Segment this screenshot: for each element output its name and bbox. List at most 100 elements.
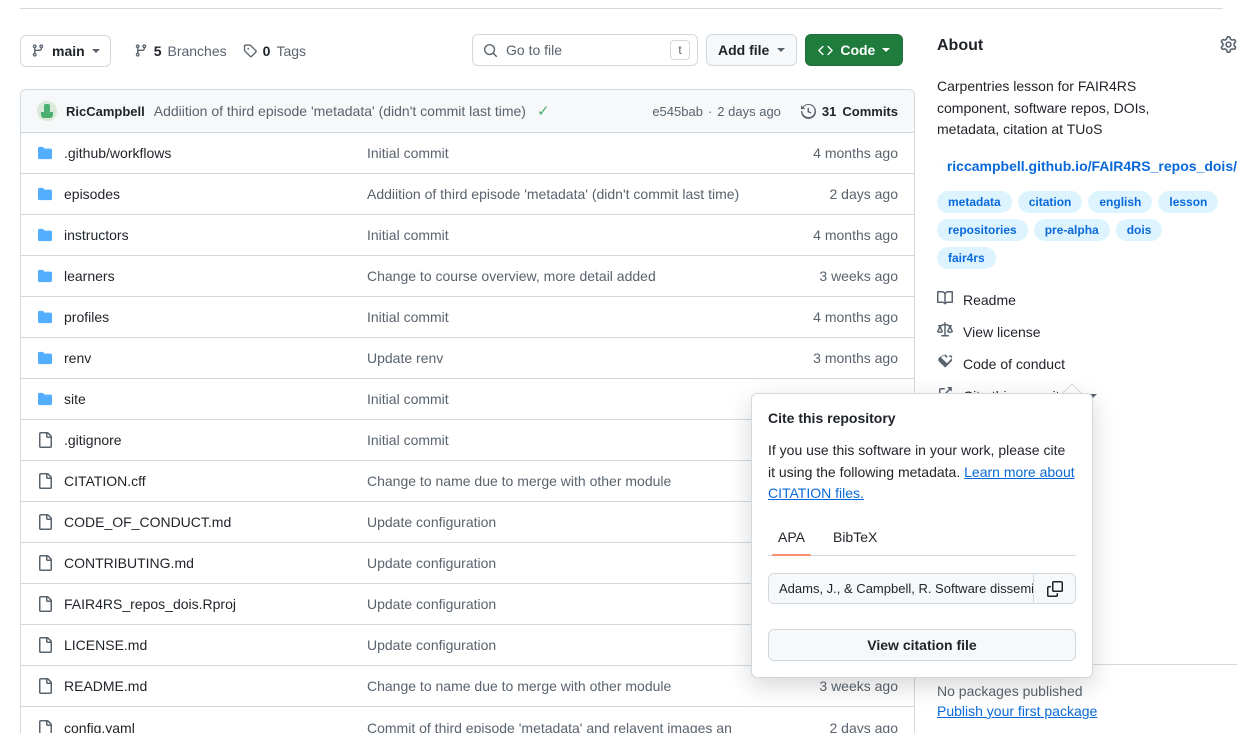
file-commit-message[interactable]: Initial commit [367, 227, 813, 243]
file-name[interactable]: FAIR4RS_repos_dois.Rproj [64, 596, 236, 612]
file-name[interactable]: CODE_OF_CONDUCT.md [64, 514, 231, 530]
topic-tag[interactable]: fair4rs [937, 247, 996, 270]
code-button[interactable]: Code [805, 34, 904, 66]
file-commit-message[interactable]: Update renv [367, 350, 813, 366]
file-name[interactable]: instructors [64, 227, 129, 243]
file-icon [39, 678, 52, 694]
repository-page: main 5 Branches 0 Tags Go to file t Add … [0, 0, 1243, 733]
file-commit-message[interactable]: Change to course overview, more detail a… [367, 268, 819, 284]
topic-tag[interactable]: citation [1017, 191, 1083, 214]
commit-author[interactable]: RicCampbell [66, 104, 145, 119]
file-name[interactable]: LICENSE.md [64, 637, 147, 653]
tags-link[interactable]: 0 Tags [243, 43, 306, 59]
commits-count-link[interactable]: 31 Commits [800, 103, 898, 119]
topic-tag[interactable]: dois [1115, 219, 1163, 242]
packages-section: No packages published Publish your first… [937, 683, 1237, 719]
law-icon [937, 322, 953, 341]
file-name[interactable]: site [64, 391, 86, 407]
file-commit-message[interactable]: Addiition of third episode 'metadata' (d… [367, 186, 830, 202]
add-file-button[interactable]: Add file [706, 34, 798, 66]
topic-tag[interactable]: english [1088, 191, 1153, 214]
go-to-file-placeholder: Go to file [506, 42, 563, 58]
copy-icon[interactable] [1033, 574, 1075, 604]
file-name-cell: renv [37, 350, 367, 366]
commits-label: Commits [842, 103, 898, 119]
file-name[interactable]: config.yaml [64, 720, 135, 733]
file-commit-age: 3 weeks ago [819, 678, 898, 694]
file-name[interactable]: learners [64, 268, 115, 284]
commits-count: 31 [821, 103, 837, 119]
file-name-cell: profiles [37, 309, 367, 325]
branch-selector-button[interactable]: main [20, 34, 111, 67]
file-commit-message[interactable]: Change to name due to merge with other m… [367, 678, 819, 694]
publish-package-link[interactable]: Publish your first package [937, 703, 1237, 719]
branches-label: Branches [167, 42, 227, 59]
view-citation-file-button[interactable]: View citation file [768, 629, 1076, 662]
citation-tab-bibtex[interactable]: BibTeX [823, 523, 887, 555]
file-name[interactable]: profiles [64, 309, 109, 325]
search-shortcut-key: t [670, 40, 690, 60]
file-name[interactable]: episodes [64, 186, 120, 202]
file-name[interactable]: .github/workflows [64, 145, 171, 161]
file-name-cell: episodes [37, 186, 367, 202]
file-name-cell: README.md [37, 678, 367, 694]
file-name[interactable]: CITATION.cff [64, 473, 146, 489]
table-row[interactable]: learners Change to course overview, more … [21, 256, 914, 297]
table-row[interactable]: .github/workflows Initial commit 4 months … [21, 133, 914, 174]
avatar [37, 101, 57, 121]
about-links: ReadmeView licenseCode of conductCite th… [937, 290, 1237, 405]
topic-tag[interactable]: repositories [937, 219, 1028, 242]
file-name-cell: learners [37, 268, 367, 284]
folder-icon [38, 310, 52, 324]
commit-sha[interactable]: e545bab [652, 104, 703, 119]
file-icon [39, 473, 52, 489]
file-name-cell: instructors [37, 227, 367, 243]
file-commit-age: 3 months ago [813, 350, 898, 366]
commit-separator: · [707, 103, 713, 119]
file-commit-age: 4 months ago [813, 227, 898, 243]
file-commit-message[interactable]: Commit of third episode 'metadata' and r… [367, 720, 830, 733]
citation-popup-body: If you use this software in your work, p… [768, 440, 1076, 505]
citation-tab-apa[interactable]: APA [768, 523, 815, 557]
homepage-link[interactable]: riccampbell.github.io/FAIR4RS_repos_dois… [947, 158, 1237, 174]
chevron-down-icon [777, 48, 786, 52]
table-row[interactable]: renv Update renv 3 months ago [21, 338, 914, 379]
file-icon [39, 719, 52, 733]
add-file-label: Add file [718, 42, 770, 58]
go-to-file-search[interactable]: Go to file t [472, 34, 698, 66]
about-link-readme[interactable]: Readme [937, 290, 1237, 309]
file-name-cell: .github/workflows [37, 145, 367, 161]
file-name-cell: site [37, 391, 367, 407]
folder-icon [38, 187, 52, 201]
code-icon [818, 45, 834, 55]
about-link-label: Readme [963, 291, 1016, 308]
branches-link[interactable]: 5 Branches [134, 43, 227, 59]
about-link-view-license[interactable]: View license [937, 322, 1237, 341]
check-icon[interactable]: ✓ [537, 102, 550, 120]
table-row[interactable]: instructors Initial commit 4 months ago [21, 215, 914, 256]
file-name[interactable]: renv [64, 350, 91, 366]
file-name-cell: .gitignore [37, 432, 367, 448]
file-commit-message[interactable]: Initial commit [367, 309, 813, 325]
file-name[interactable]: README.md [64, 678, 147, 694]
commit-message[interactable]: Addiition of third episode 'metadata' (d… [154, 103, 526, 119]
tags-label: Tags [276, 42, 307, 59]
homepage-row: riccampbell.github.io/FAIR4RS_repos_dois… [937, 158, 1237, 174]
file-icon [39, 596, 52, 612]
file-commit-age: 4 months ago [813, 145, 898, 161]
table-row[interactable]: config.yaml Commit of third episode 'meta… [21, 707, 914, 733]
topic-tag[interactable]: metadata [937, 191, 1012, 214]
about-sidebar: About Carpentries lesson for FAIR4RS com… [937, 36, 1237, 405]
citation-value-field[interactable]: Adams, J., & Campbell, R. Software disse… [768, 573, 1076, 605]
topic-tag[interactable]: lesson [1158, 191, 1219, 214]
gear-icon[interactable] [1220, 36, 1237, 56]
topic-tag[interactable]: pre-alpha [1033, 219, 1110, 242]
table-row[interactable]: episodes Addiition of third episode 'meta… [21, 174, 914, 215]
about-link-code-of-conduct[interactable]: Code of conduct [937, 354, 1237, 373]
file-name[interactable]: .gitignore [64, 432, 122, 448]
file-commit-message[interactable]: Initial commit [367, 145, 813, 161]
file-name[interactable]: CONTRIBUTING.md [64, 555, 194, 571]
topic-list: metadata citation english lesson repositorie… [937, 191, 1227, 270]
citation-text: Adams, J., & Campbell, R. Software disse… [769, 574, 1033, 604]
table-row[interactable]: profiles Initial commit 4 months ago [21, 297, 914, 338]
